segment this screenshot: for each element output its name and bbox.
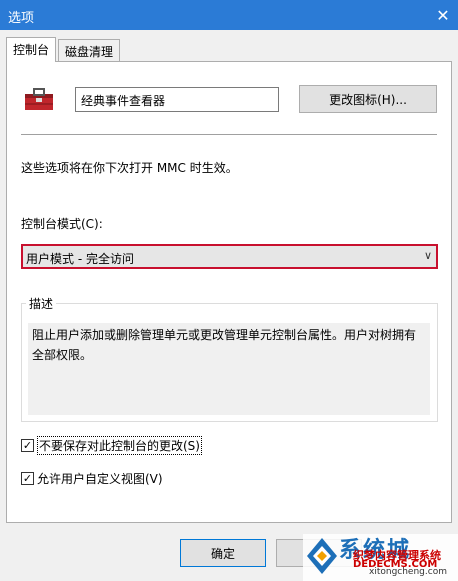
description-text: 阻止用户添加或删除管理单元或更改管理单元控制台属性。用户对树拥有全部权限。: [28, 323, 430, 415]
allow-customize-view-label: 允许用户自定义视图(V): [37, 472, 163, 486]
window-title: 选项: [8, 11, 35, 26]
title-bar: 选项 ✕: [0, 0, 458, 30]
console-name-field[interactable]: 经典事件查看器: [75, 87, 279, 112]
info-text: 这些选项将在你下次打开 MMC 时生效。: [21, 161, 238, 175]
ok-button[interactable]: 确定: [180, 539, 266, 567]
console-mode-select[interactable]: 用户模式 - 完全访问 ∨: [21, 244, 438, 269]
watermark-logo-icon: [307, 538, 337, 574]
console-mode-value: 用户模式 - 完全访问: [26, 252, 134, 266]
change-icon-button[interactable]: 更改图标(H)...: [299, 85, 437, 113]
checkbox-checked-icon[interactable]: ✓: [21, 472, 34, 485]
chevron-down-icon: ∨: [423, 249, 432, 262]
description-legend: 描述: [26, 295, 57, 312]
tab-disk-cleanup[interactable]: 磁盘清理: [58, 39, 121, 61]
tab-console[interactable]: 控制台: [6, 37, 57, 62]
separator: [21, 134, 437, 135]
description-group: 描述 阻止用户添加或删除管理单元或更改管理单元控制台属性。用户对树拥有全部权限。: [21, 295, 438, 422]
watermark: 系统城 织梦内容管理系统 DEDECMS.COM xitongcheng.com: [303, 534, 458, 581]
toolbox-icon: [25, 88, 53, 110]
dont-save-changes-checkbox[interactable]: ✓ 不要保存对此控制台的更改(S): [21, 436, 202, 455]
tab-panel: 经典事件查看器 更改图标(H)... 这些选项将在你下次打开 MMC 时生效。 …: [6, 61, 452, 523]
dont-save-changes-label: 不要保存对此控制台的更改(S): [37, 436, 202, 455]
console-mode-label: 控制台模式(C):: [21, 217, 103, 231]
close-icon[interactable]: ✕: [428, 0, 458, 30]
checkbox-checked-icon[interactable]: ✓: [21, 439, 34, 452]
watermark-url: xitongcheng.com: [369, 567, 447, 577]
allow-customize-view-checkbox[interactable]: ✓ 允许用户自定义视图(V): [21, 470, 163, 487]
